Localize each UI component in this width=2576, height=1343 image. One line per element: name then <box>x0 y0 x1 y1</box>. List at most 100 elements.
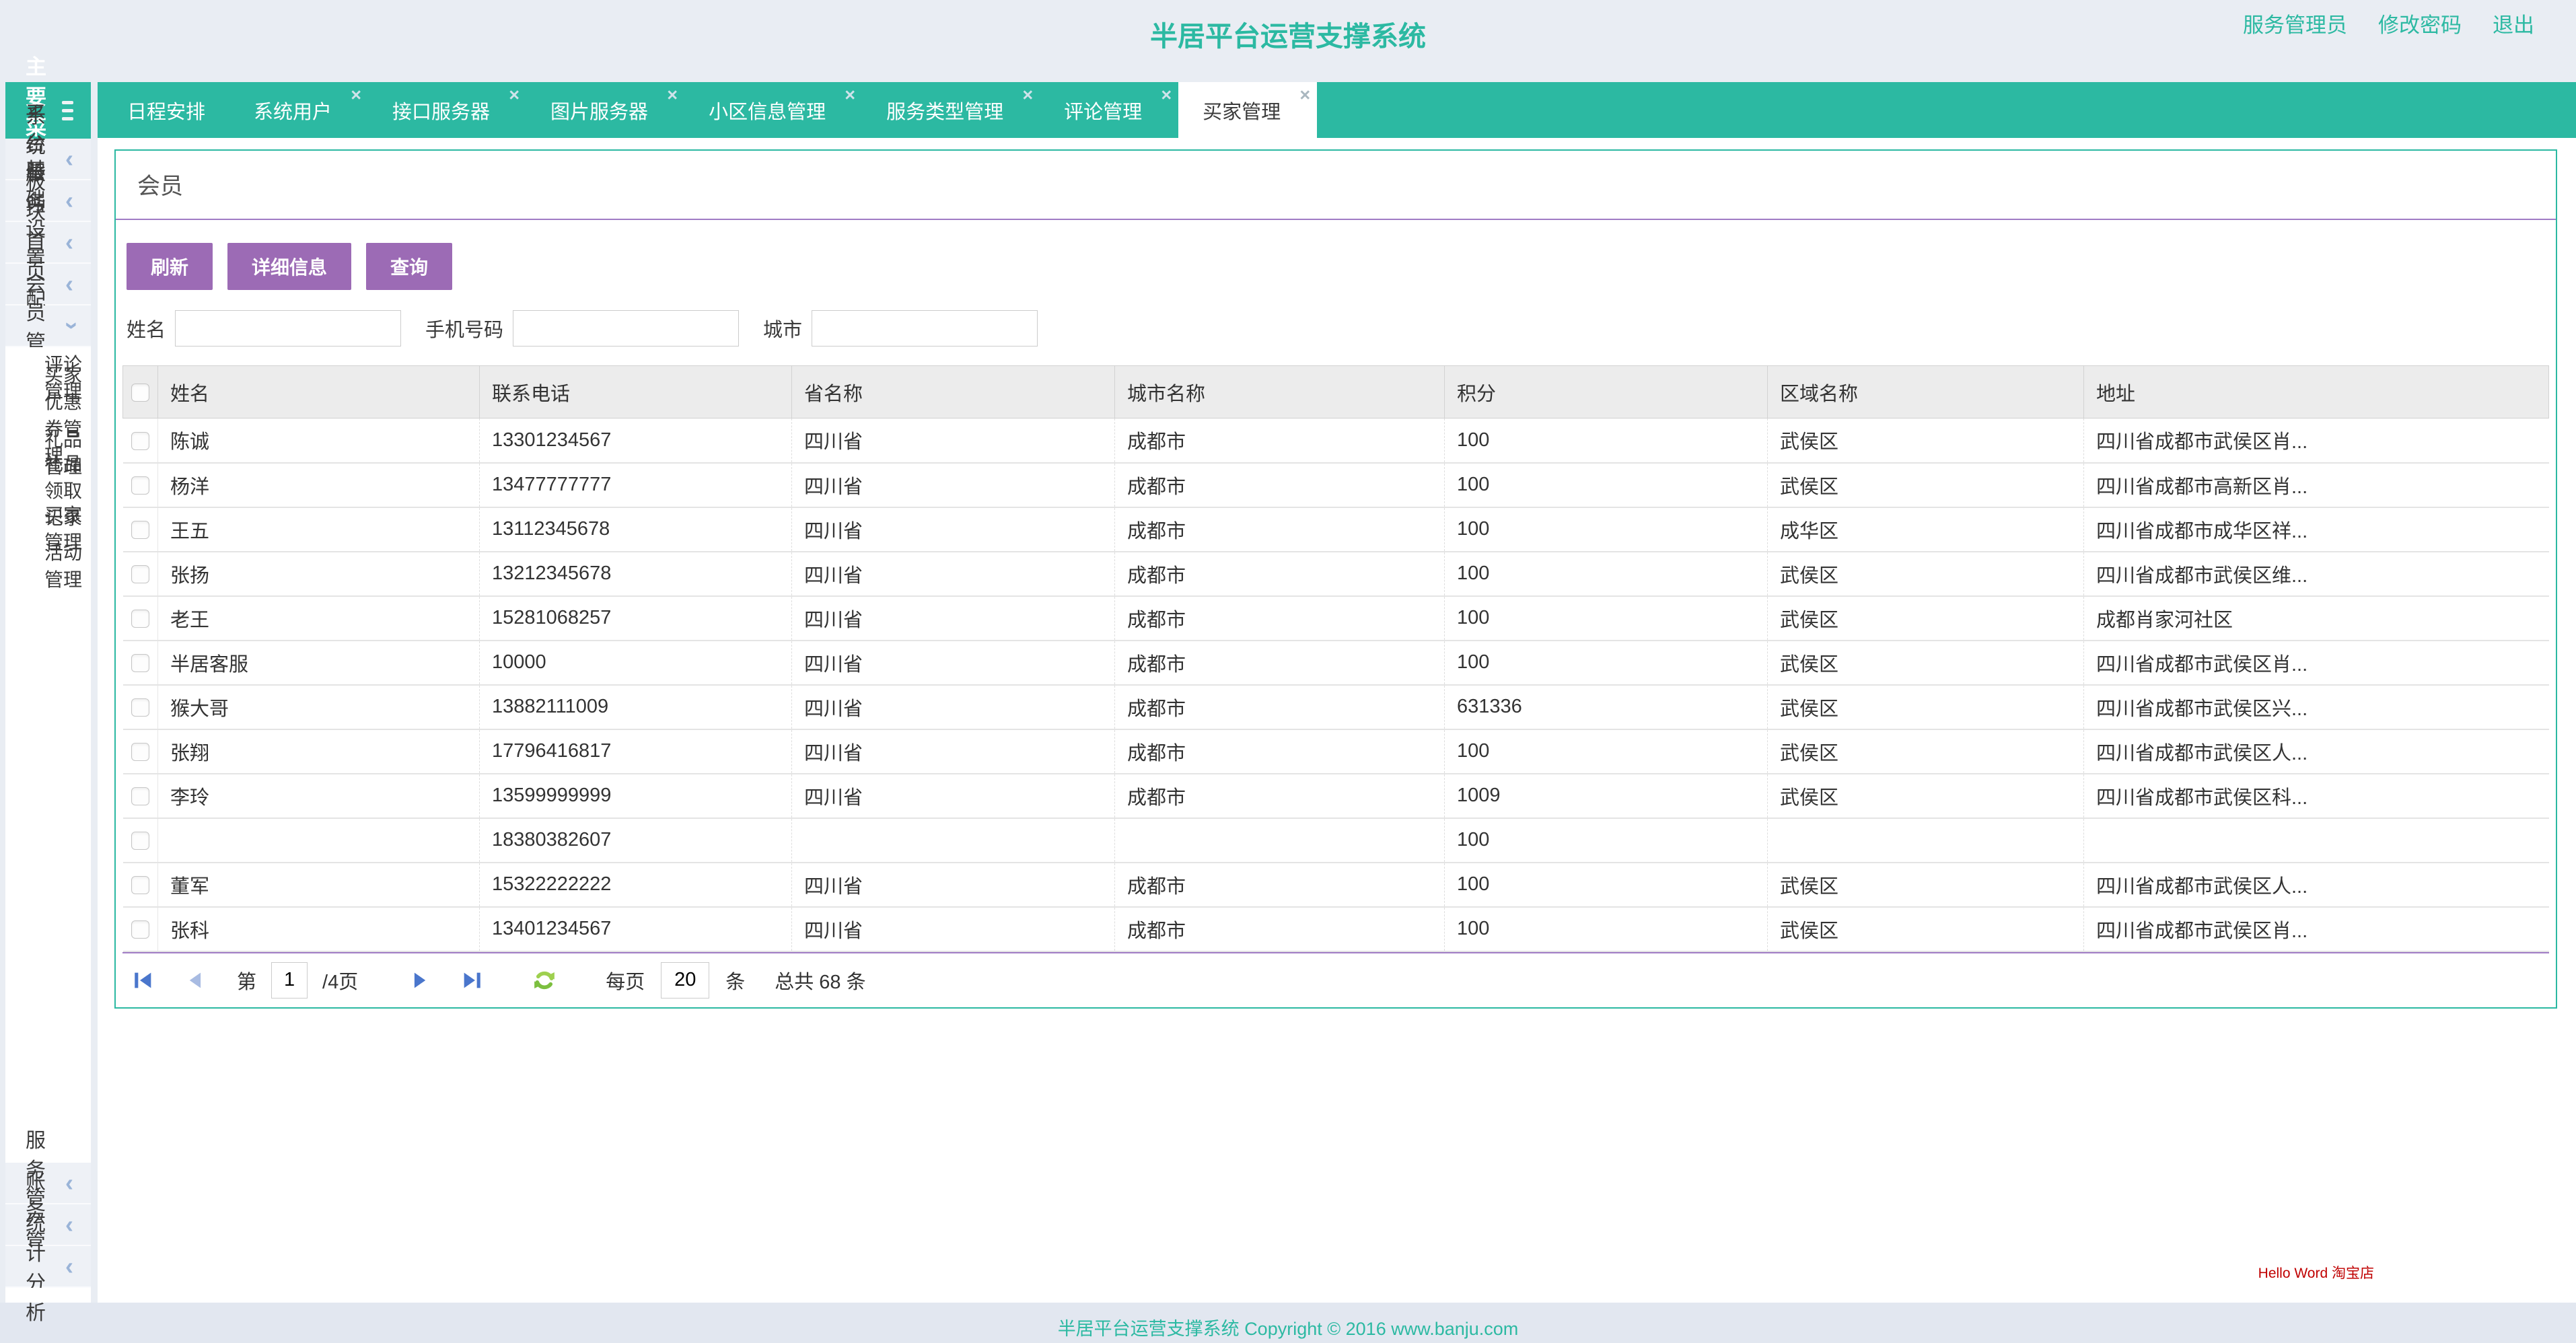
tab-interface-server[interactable]: 接口服务器 × <box>368 82 526 138</box>
row-checkbox[interactable] <box>131 876 149 894</box>
cell-city: 成都市 <box>1115 596 1445 641</box>
phone-label: 手机号码 <box>425 314 503 342</box>
top-links: 服务管理员 修改密码 退出 <box>2243 8 2534 38</box>
cell-name: 王五 <box>158 507 480 552</box>
tab-image-server[interactable]: 图片服务器 × <box>526 82 684 138</box>
name-input[interactable] <box>175 310 401 347</box>
row-checkbox[interactable] <box>131 698 149 717</box>
row-checkbox[interactable] <box>131 432 149 450</box>
table-row[interactable]: 陈诚 13301234567 四川省 成都市 100 武侯区 四川省成都市武侯区… <box>123 419 2549 463</box>
prev-page-icon[interactable] <box>184 969 207 992</box>
row-checkbox[interactable] <box>131 654 149 672</box>
row-checkbox[interactable] <box>131 521 149 539</box>
close-icon[interactable]: × <box>351 86 361 104</box>
per-page-prefix-label: 每页 <box>606 966 645 994</box>
cell-address: 四川省成都市武侯区科... <box>2084 774 2549 818</box>
tab-community-info-mgmt[interactable]: 小区信息管理 × <box>684 82 862 138</box>
row-checkbox[interactable] <box>131 920 149 939</box>
tab-service-type-mgmt[interactable]: 服务类型管理 × <box>862 82 1040 138</box>
cell-region: 武侯区 <box>1768 774 2084 818</box>
refresh-button[interactable]: 刷新 <box>127 243 213 290</box>
phone-input[interactable] <box>513 310 739 347</box>
chevron-down-icon: ‹ <box>57 322 81 330</box>
cell-city: 成都市 <box>1115 907 1445 951</box>
row-checkbox[interactable] <box>131 565 149 583</box>
cell-address: 四川省成都市武侯区人... <box>2084 863 2549 907</box>
col-header-name: 姓名 <box>158 366 480 419</box>
cell-points: 100 <box>1445 641 1768 685</box>
row-checkbox[interactable] <box>131 610 149 628</box>
cell-province: 四川省 <box>792 596 1115 641</box>
change-password-link[interactable]: 修改密码 <box>2378 8 2462 38</box>
total-count-label: 总共 68 条 <box>775 966 865 994</box>
table-row[interactable]: 老王 15281068257 四川省 成都市 100 武侯区 成都肖家河社区 <box>123 596 2549 641</box>
cell-province: 四川省 <box>792 641 1115 685</box>
table-row[interactable]: 半居客服 10000 四川省 成都市 100 武侯区 四川省成都市武侯区肖... <box>123 641 2549 685</box>
close-icon[interactable]: × <box>1299 86 1310 104</box>
query-button[interactable]: 查询 <box>366 243 452 290</box>
table-row[interactable]: 王五 13112345678 四川省 成都市 100 成华区 四川省成都市成华区… <box>123 507 2549 552</box>
table-row[interactable]: 董军 15322222222 四川省 成都市 100 武侯区 四川省成都市武侯区… <box>123 863 2549 907</box>
table-row[interactable]: 杨洋 13477777777 四川省 成都市 100 武侯区 四川省成都市高新区… <box>123 463 2549 507</box>
cell-province: 四川省 <box>792 685 1115 729</box>
app-title: 半居平台运营支撑系统 <box>0 13 2576 54</box>
city-input[interactable] <box>812 310 1038 347</box>
tab-buyer-mgmt[interactable]: 买家管理 × <box>1178 82 1317 138</box>
sidebar: 主要菜单 系统管理 ‹ 平台服务器管理 ‹ 基础设置管理 ‹ 板块首页配置管理 … <box>5 82 91 1303</box>
table-row[interactable]: 李玲 13599999999 四川省 成都市 1009 武侯区 四川省成都市武侯… <box>123 774 2549 818</box>
cell-region: 武侯区 <box>1768 596 2084 641</box>
table-row[interactable]: 18380382607 100 <box>123 818 2549 863</box>
col-header-points: 积分 <box>1445 366 1768 419</box>
sidebar-subitem-activity-mgmt[interactable]: 活动管理 <box>5 546 91 584</box>
cell-city: 成都市 <box>1115 507 1445 552</box>
page-count-label: /4页 <box>322 966 358 994</box>
table-row[interactable]: 张翔 17796416817 四川省 成都市 100 武侯区 四川省成都市武侯区… <box>123 729 2549 774</box>
close-icon[interactable]: × <box>1161 86 1172 104</box>
table-row[interactable]: 张扬 13212345678 四川省 成都市 100 武侯区 四川省成都市武侯区… <box>123 552 2549 596</box>
reload-icon[interactable] <box>533 969 556 992</box>
tab-comment-mgmt[interactable]: 评论管理 × <box>1040 82 1178 138</box>
cell-region: 成华区 <box>1768 507 2084 552</box>
logout-link[interactable]: 退出 <box>2493 8 2534 38</box>
cell-city: 成都市 <box>1115 729 1445 774</box>
close-icon[interactable]: × <box>509 86 520 104</box>
chevron-left-icon: ‹ <box>65 188 73 213</box>
table-row[interactable]: 张科 13401234567 四川省 成都市 100 武侯区 四川省成都市武侯区… <box>123 907 2549 951</box>
cell-name: 杨洋 <box>158 463 480 507</box>
first-page-icon[interactable] <box>132 969 155 992</box>
select-all-checkbox[interactable] <box>131 384 149 402</box>
cell-region: 武侯区 <box>1768 729 2084 774</box>
row-checkbox[interactable] <box>131 743 149 761</box>
chevron-left-icon: ‹ <box>65 230 73 254</box>
cell-points: 100 <box>1445 907 1768 951</box>
close-icon[interactable]: × <box>1022 86 1033 104</box>
row-checkbox[interactable] <box>131 832 149 850</box>
cell-province: 四川省 <box>792 774 1115 818</box>
cell-points: 100 <box>1445 552 1768 596</box>
detail-info-button[interactable]: 详细信息 <box>227 243 351 290</box>
page-size-input[interactable] <box>661 962 709 999</box>
sidebar-submenu: 评论管理 买家优惠券管理 礼品管理 礼品领取记录 买家管理 活动管理 <box>5 347 91 1163</box>
row-checkbox[interactable] <box>131 787 149 805</box>
cell-city: 成都市 <box>1115 641 1445 685</box>
tab-schedule[interactable]: 日程安排 <box>103 82 229 138</box>
cell-points: 631336 <box>1445 685 1768 729</box>
table-body: 陈诚 13301234567 四川省 成都市 100 武侯区 四川省成都市武侯区… <box>123 419 2549 951</box>
close-icon[interactable]: × <box>845 86 855 104</box>
sidebar-item-statistics-analysis[interactable]: 统计分析 ‹ <box>5 1246 91 1288</box>
cell-name: 张科 <box>158 907 480 951</box>
sidebar-item-member-mgmt[interactable]: 会员管理 ‹ <box>5 305 91 347</box>
footer: 半居平台运营支撑系统 Copyright © 2016 www.banju.co… <box>0 1303 2576 1343</box>
tab-system-users[interactable]: 系统用户 × <box>229 82 368 138</box>
table-row[interactable]: 猴大哥 13882111009 四川省 成都市 631336 武侯区 四川省成都… <box>123 685 2549 729</box>
page-number-input[interactable] <box>271 962 308 999</box>
cell-phone: 13301234567 <box>480 419 792 463</box>
col-header-city: 城市名称 <box>1115 366 1445 419</box>
last-page-icon[interactable] <box>460 969 483 992</box>
row-checkbox[interactable] <box>131 476 149 495</box>
current-user-link[interactable]: 服务管理员 <box>2243 8 2347 38</box>
close-icon[interactable]: × <box>667 86 678 104</box>
chevron-left-icon: ‹ <box>65 1254 73 1278</box>
cell-address: 四川省成都市武侯区兴... <box>2084 685 2549 729</box>
next-page-icon[interactable] <box>408 969 431 992</box>
